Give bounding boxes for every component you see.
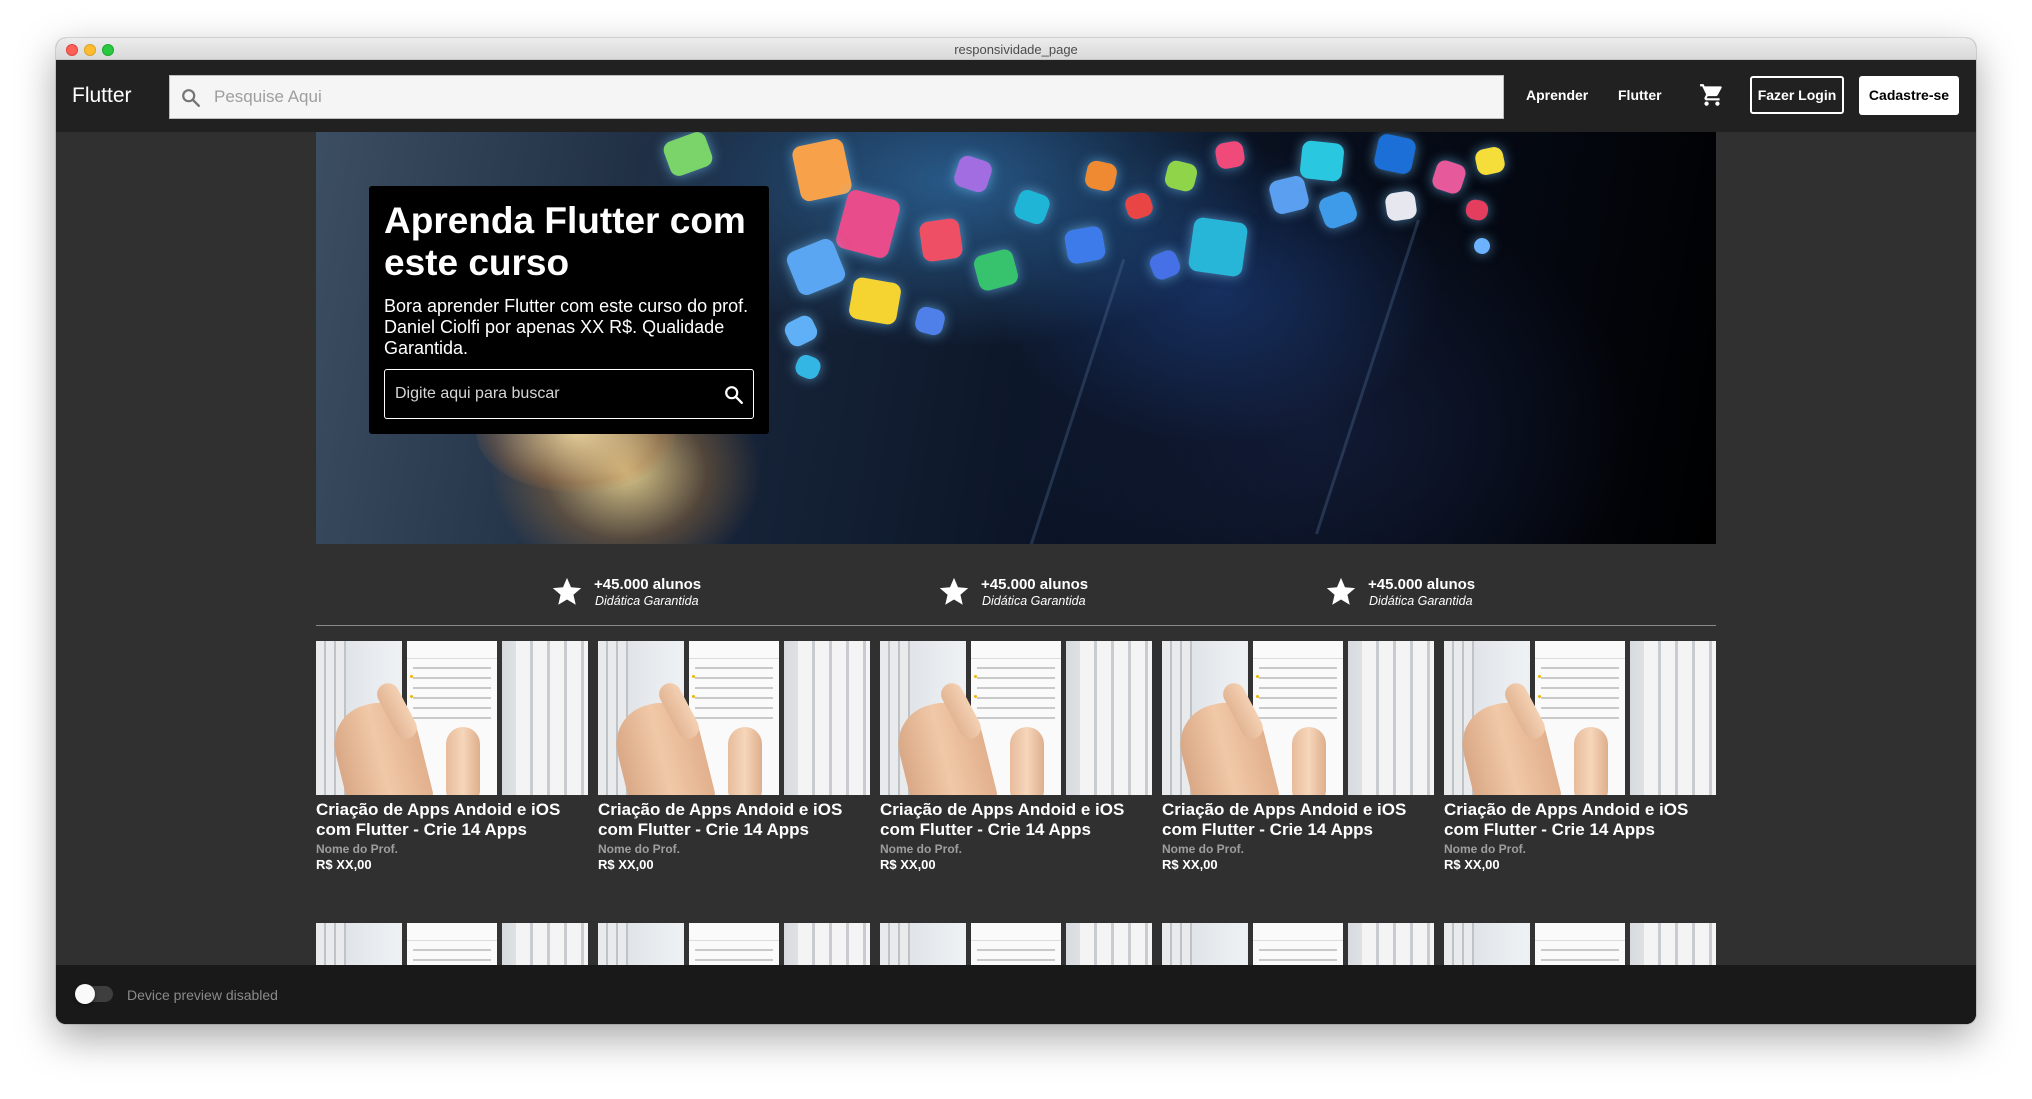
course-price: R$ XX,00 [1162, 857, 1218, 872]
toggle-knob[interactable] [75, 984, 95, 1004]
course-professor: Nome do Prof. [598, 842, 681, 856]
hero-search-box[interactable] [384, 369, 754, 419]
course-thumbnail[interactable] [1162, 641, 1434, 795]
app-icon [913, 304, 947, 338]
app-icon [1372, 132, 1418, 176]
app-icon [847, 276, 903, 326]
course-thumbnail[interactable] [1162, 923, 1434, 965]
course-card[interactable]: Criação de Apps Andoid e iOS com Flutter… [1444, 641, 1716, 872]
search-input[interactable] [214, 76, 1484, 118]
course-card[interactable]: Criação de Apps Andoid e iOS com Flutter… [316, 641, 588, 872]
course-thumbnail[interactable] [598, 923, 870, 965]
course-thumbnail[interactable] [598, 641, 870, 795]
app-icon [1464, 198, 1490, 222]
device-preview-toggle[interactable] [75, 984, 113, 1004]
app-icon [1083, 159, 1119, 193]
suit-line [1315, 219, 1420, 535]
app-icon [1299, 139, 1345, 183]
stat-subtitle: Didática Garantida [595, 594, 699, 608]
course-thumbnail[interactable] [1444, 923, 1716, 965]
course-card[interactable] [1444, 923, 1716, 965]
course-card[interactable] [1162, 923, 1434, 965]
star-icon [552, 577, 582, 605]
course-title[interactable]: Criação de Apps Andoid e iOS com Flutter… [598, 800, 870, 840]
app-icon [1430, 158, 1468, 196]
app-icon [1473, 145, 1507, 177]
app-icon [918, 217, 964, 263]
app-window: responsividade_page Flutter Aprender Flu… [56, 38, 1976, 1024]
course-thumbnail[interactable] [1444, 641, 1716, 795]
app-bar: Flutter Aprender Flutter Fazer Login Cad… [56, 60, 1976, 132]
app-icon [1187, 216, 1249, 278]
app-icon [661, 132, 715, 179]
app-icon [972, 247, 1020, 293]
stat-subtitle: Didática Garantida [982, 594, 1086, 608]
stat-count: +45.000 alunos [594, 576, 702, 593]
course-price: R$ XX,00 [316, 857, 372, 872]
course-card[interactable] [880, 923, 1152, 965]
app-icon [1213, 139, 1247, 171]
course-card[interactable] [316, 923, 588, 965]
nav-aprender[interactable]: Aprender [1526, 87, 1588, 103]
hero-title: Aprenda Flutter com este curso [384, 200, 746, 283]
search-icon [182, 89, 200, 107]
search-box[interactable] [169, 75, 1504, 119]
course-thumbnail[interactable] [880, 641, 1152, 795]
app-icon [790, 137, 854, 203]
stat-count: +45.000 alunos [1368, 576, 1476, 593]
course-title[interactable]: Criação de Apps Andoid e iOS com Flutter… [880, 800, 1152, 840]
star-icon [1326, 577, 1356, 605]
search-icon[interactable] [723, 384, 745, 406]
app-icon [781, 312, 821, 350]
hero-card: Aprenda Flutter com este curso Bora apre… [369, 186, 769, 434]
course-card[interactable] [598, 923, 870, 965]
hero-search-input[interactable] [395, 370, 715, 418]
nav-flutter[interactable]: Flutter [1618, 87, 1662, 103]
course-title[interactable]: Criação de Apps Andoid e iOS com Flutter… [1444, 800, 1716, 840]
course-price: R$ XX,00 [1444, 857, 1500, 872]
app-icon [951, 153, 995, 195]
app-icon [834, 188, 902, 260]
app-icon [1163, 158, 1199, 194]
star-icon [939, 577, 969, 605]
stat-subtitle: Didática Garantida [1369, 594, 1473, 608]
signup-button[interactable]: Cadastre-se [1859, 76, 1959, 115]
app-icon [1011, 187, 1053, 227]
app-icon [1122, 190, 1156, 222]
login-button[interactable]: Fazer Login [1750, 76, 1844, 114]
course-card[interactable]: Criação de Apps Andoid e iOS com Flutter… [598, 641, 870, 872]
app-icon [1267, 174, 1311, 216]
app-icon [1384, 190, 1418, 222]
course-title[interactable]: Criação de Apps Andoid e iOS com Flutter… [1162, 800, 1434, 840]
course-professor: Nome do Prof. [1444, 842, 1527, 856]
app-icon [1147, 247, 1183, 283]
device-preview-label: Device preview disabled [127, 987, 278, 1003]
course-thumbnail[interactable] [880, 923, 1152, 965]
app-icon [792, 352, 824, 382]
course-card[interactable]: Criação de Apps Andoid e iOS com Flutter… [880, 641, 1152, 872]
section-divider [316, 625, 1716, 626]
page-content[interactable]: Aprenda Flutter com este curso Bora apre… [56, 132, 1976, 965]
app-icon [1472, 236, 1492, 256]
course-price: R$ XX,00 [880, 857, 936, 872]
course-professor: Nome do Prof. [880, 842, 963, 856]
course-professor: Nome do Prof. [316, 842, 399, 856]
course-thumbnail[interactable] [316, 923, 588, 965]
course-professor: Nome do Prof. [1162, 842, 1245, 856]
app-icon [1316, 189, 1360, 231]
window-titlebar: responsividade_page [56, 38, 1976, 60]
suit-line [1029, 258, 1126, 544]
hero-description: Bora aprender Flutter com este curso do … [384, 296, 749, 358]
app-icon [1063, 224, 1107, 266]
course-title[interactable]: Criação de Apps Andoid e iOS com Flutter… [316, 800, 588, 840]
hero-banner: Aprenda Flutter com este curso Bora apre… [316, 132, 1716, 544]
shopping-cart-icon[interactable] [1699, 82, 1725, 108]
stat-count: +45.000 alunos [981, 576, 1089, 593]
course-thumbnail[interactable] [316, 641, 588, 795]
device-preview-bar: Device preview disabled [56, 965, 1976, 1024]
course-price: R$ XX,00 [598, 857, 654, 872]
brand-title: Flutter [72, 84, 132, 107]
window-title: responsividade_page [954, 42, 1078, 57]
course-card[interactable]: Criação de Apps Andoid e iOS com Flutter… [1162, 641, 1434, 872]
